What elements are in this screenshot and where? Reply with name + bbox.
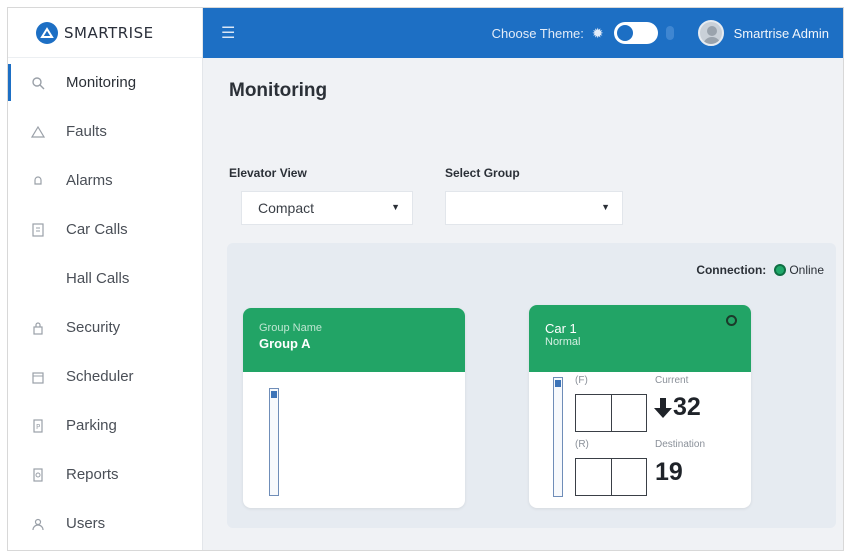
brand-name: SMARTRISE bbox=[64, 23, 154, 42]
logo-mark-icon bbox=[36, 21, 58, 44]
car-name: Car 1 bbox=[545, 321, 577, 336]
connection-value: Online bbox=[789, 263, 824, 277]
sidebar-item-label: Reports bbox=[66, 466, 119, 483]
sidebar-item-label: Users bbox=[66, 515, 106, 532]
top-bar: ☰ Choose Theme: ✹ Smartrise Admin bbox=[203, 8, 843, 58]
search-icon bbox=[30, 75, 46, 91]
app-window: SMARTRISE Monitoring Faults Alarms Car C… bbox=[7, 7, 844, 551]
chevron-down-icon: ▼ bbox=[391, 202, 400, 212]
rear-door-label: (R) bbox=[575, 439, 589, 450]
destination-floor-value: 19 bbox=[655, 458, 683, 486]
sidebar-item-label: Scheduler bbox=[66, 368, 134, 385]
sidebar-item-scheduler[interactable]: Scheduler bbox=[8, 352, 202, 401]
group-name-caption: Group Name bbox=[259, 322, 322, 334]
online-dot-icon bbox=[774, 264, 787, 276]
sidebar-item-label: Security bbox=[66, 319, 121, 336]
sidebar-item-car-calls[interactable]: Car Calls bbox=[8, 205, 202, 254]
front-door-indicator bbox=[575, 394, 647, 432]
hall-call-icon bbox=[30, 271, 46, 287]
select-group-label: Select Group bbox=[445, 166, 520, 180]
logo: SMARTRISE bbox=[8, 8, 202, 58]
current-floor-value: 32 bbox=[673, 393, 701, 421]
car-card-header: Car 1 Normal bbox=[529, 305, 751, 372]
sidebar-item-parking[interactable]: P Parking bbox=[8, 401, 202, 450]
sidebar-item-label: Car Calls bbox=[66, 221, 128, 238]
current-floor: 32 bbox=[653, 393, 701, 422]
main-content: Monitoring Elevator View Compact ▼ Selec… bbox=[203, 58, 843, 550]
car-mode: Normal bbox=[545, 336, 581, 348]
sidebar-item-hall-calls[interactable]: Hall Calls bbox=[8, 254, 202, 303]
connection-status: Connection: Online bbox=[696, 263, 824, 277]
parking-icon: P bbox=[30, 418, 46, 434]
warning-icon bbox=[30, 124, 46, 140]
user-icon bbox=[30, 516, 46, 532]
destination-floor: 19 bbox=[655, 458, 683, 487]
sidebar-nav: Monitoring Faults Alarms Car Calls Hall … bbox=[8, 58, 202, 548]
svg-text:P: P bbox=[36, 423, 40, 431]
sidebar-item-label: Hall Calls bbox=[66, 270, 130, 287]
car-card[interactable]: Car 1 Normal (F) (R) Current 32 Destinat… bbox=[529, 305, 751, 508]
sun-icon: ✹ bbox=[591, 24, 604, 41]
calendar-icon bbox=[30, 369, 46, 385]
front-door-label: (F) bbox=[575, 375, 588, 386]
group-name: Group A bbox=[259, 336, 311, 351]
chevron-down-icon: ▼ bbox=[601, 202, 610, 212]
theme-chooser: Choose Theme: ✹ bbox=[492, 22, 674, 44]
select-group-select[interactable]: ▼ bbox=[445, 191, 623, 225]
power-status-icon bbox=[726, 315, 737, 326]
elevator-view-label: Elevator View bbox=[229, 166, 307, 180]
elevator-view-value: Compact bbox=[258, 200, 315, 216]
sidebar-item-label: Faults bbox=[66, 123, 107, 140]
toggle-knob bbox=[616, 25, 633, 41]
car-call-icon bbox=[30, 222, 46, 238]
bell-icon bbox=[30, 173, 46, 189]
hamburger-icon[interactable]: ☰ bbox=[221, 23, 235, 43]
group-card[interactable]: Group Name Group A bbox=[243, 308, 465, 508]
current-label: Current bbox=[655, 375, 689, 386]
elevator-panel: Connection: Online Group Name Group A Ca… bbox=[227, 243, 836, 528]
sidebar-item-users[interactable]: Users bbox=[8, 499, 202, 548]
car-shaft-indicator bbox=[553, 377, 563, 497]
user-name[interactable]: Smartrise Admin bbox=[734, 26, 829, 41]
sidebar-item-alarms[interactable]: Alarms bbox=[8, 156, 202, 205]
sidebar: SMARTRISE Monitoring Faults Alarms Car C… bbox=[8, 8, 203, 550]
car-position-marker bbox=[271, 391, 277, 398]
sidebar-item-reports[interactable]: Reports bbox=[8, 450, 202, 499]
sidebar-item-monitoring[interactable]: Monitoring bbox=[8, 58, 202, 107]
car-position-marker bbox=[555, 380, 561, 387]
moon-icon bbox=[665, 26, 674, 40]
sidebar-item-faults[interactable]: Faults bbox=[8, 107, 202, 156]
group-shaft-indicator bbox=[269, 388, 279, 496]
sidebar-item-label: Alarms bbox=[66, 172, 113, 189]
page-title: Monitoring bbox=[229, 80, 328, 101]
sidebar-item-label: Monitoring bbox=[66, 74, 137, 91]
rear-door-indicator bbox=[575, 458, 647, 496]
lock-icon bbox=[30, 320, 46, 336]
destination-label: Destination bbox=[655, 439, 706, 450]
theme-toggle[interactable] bbox=[613, 22, 658, 44]
connection-label: Connection: bbox=[696, 263, 767, 277]
sidebar-item-security[interactable]: Security bbox=[8, 303, 202, 352]
report-icon bbox=[30, 467, 46, 483]
sidebar-item-label: Parking bbox=[66, 417, 117, 434]
group-card-header: Group Name Group A bbox=[243, 308, 465, 372]
avatar[interactable] bbox=[697, 20, 724, 46]
arrow-down-icon bbox=[654, 397, 672, 418]
elevator-view-select[interactable]: Compact ▼ bbox=[241, 191, 413, 225]
theme-label: Choose Theme: bbox=[491, 25, 584, 41]
